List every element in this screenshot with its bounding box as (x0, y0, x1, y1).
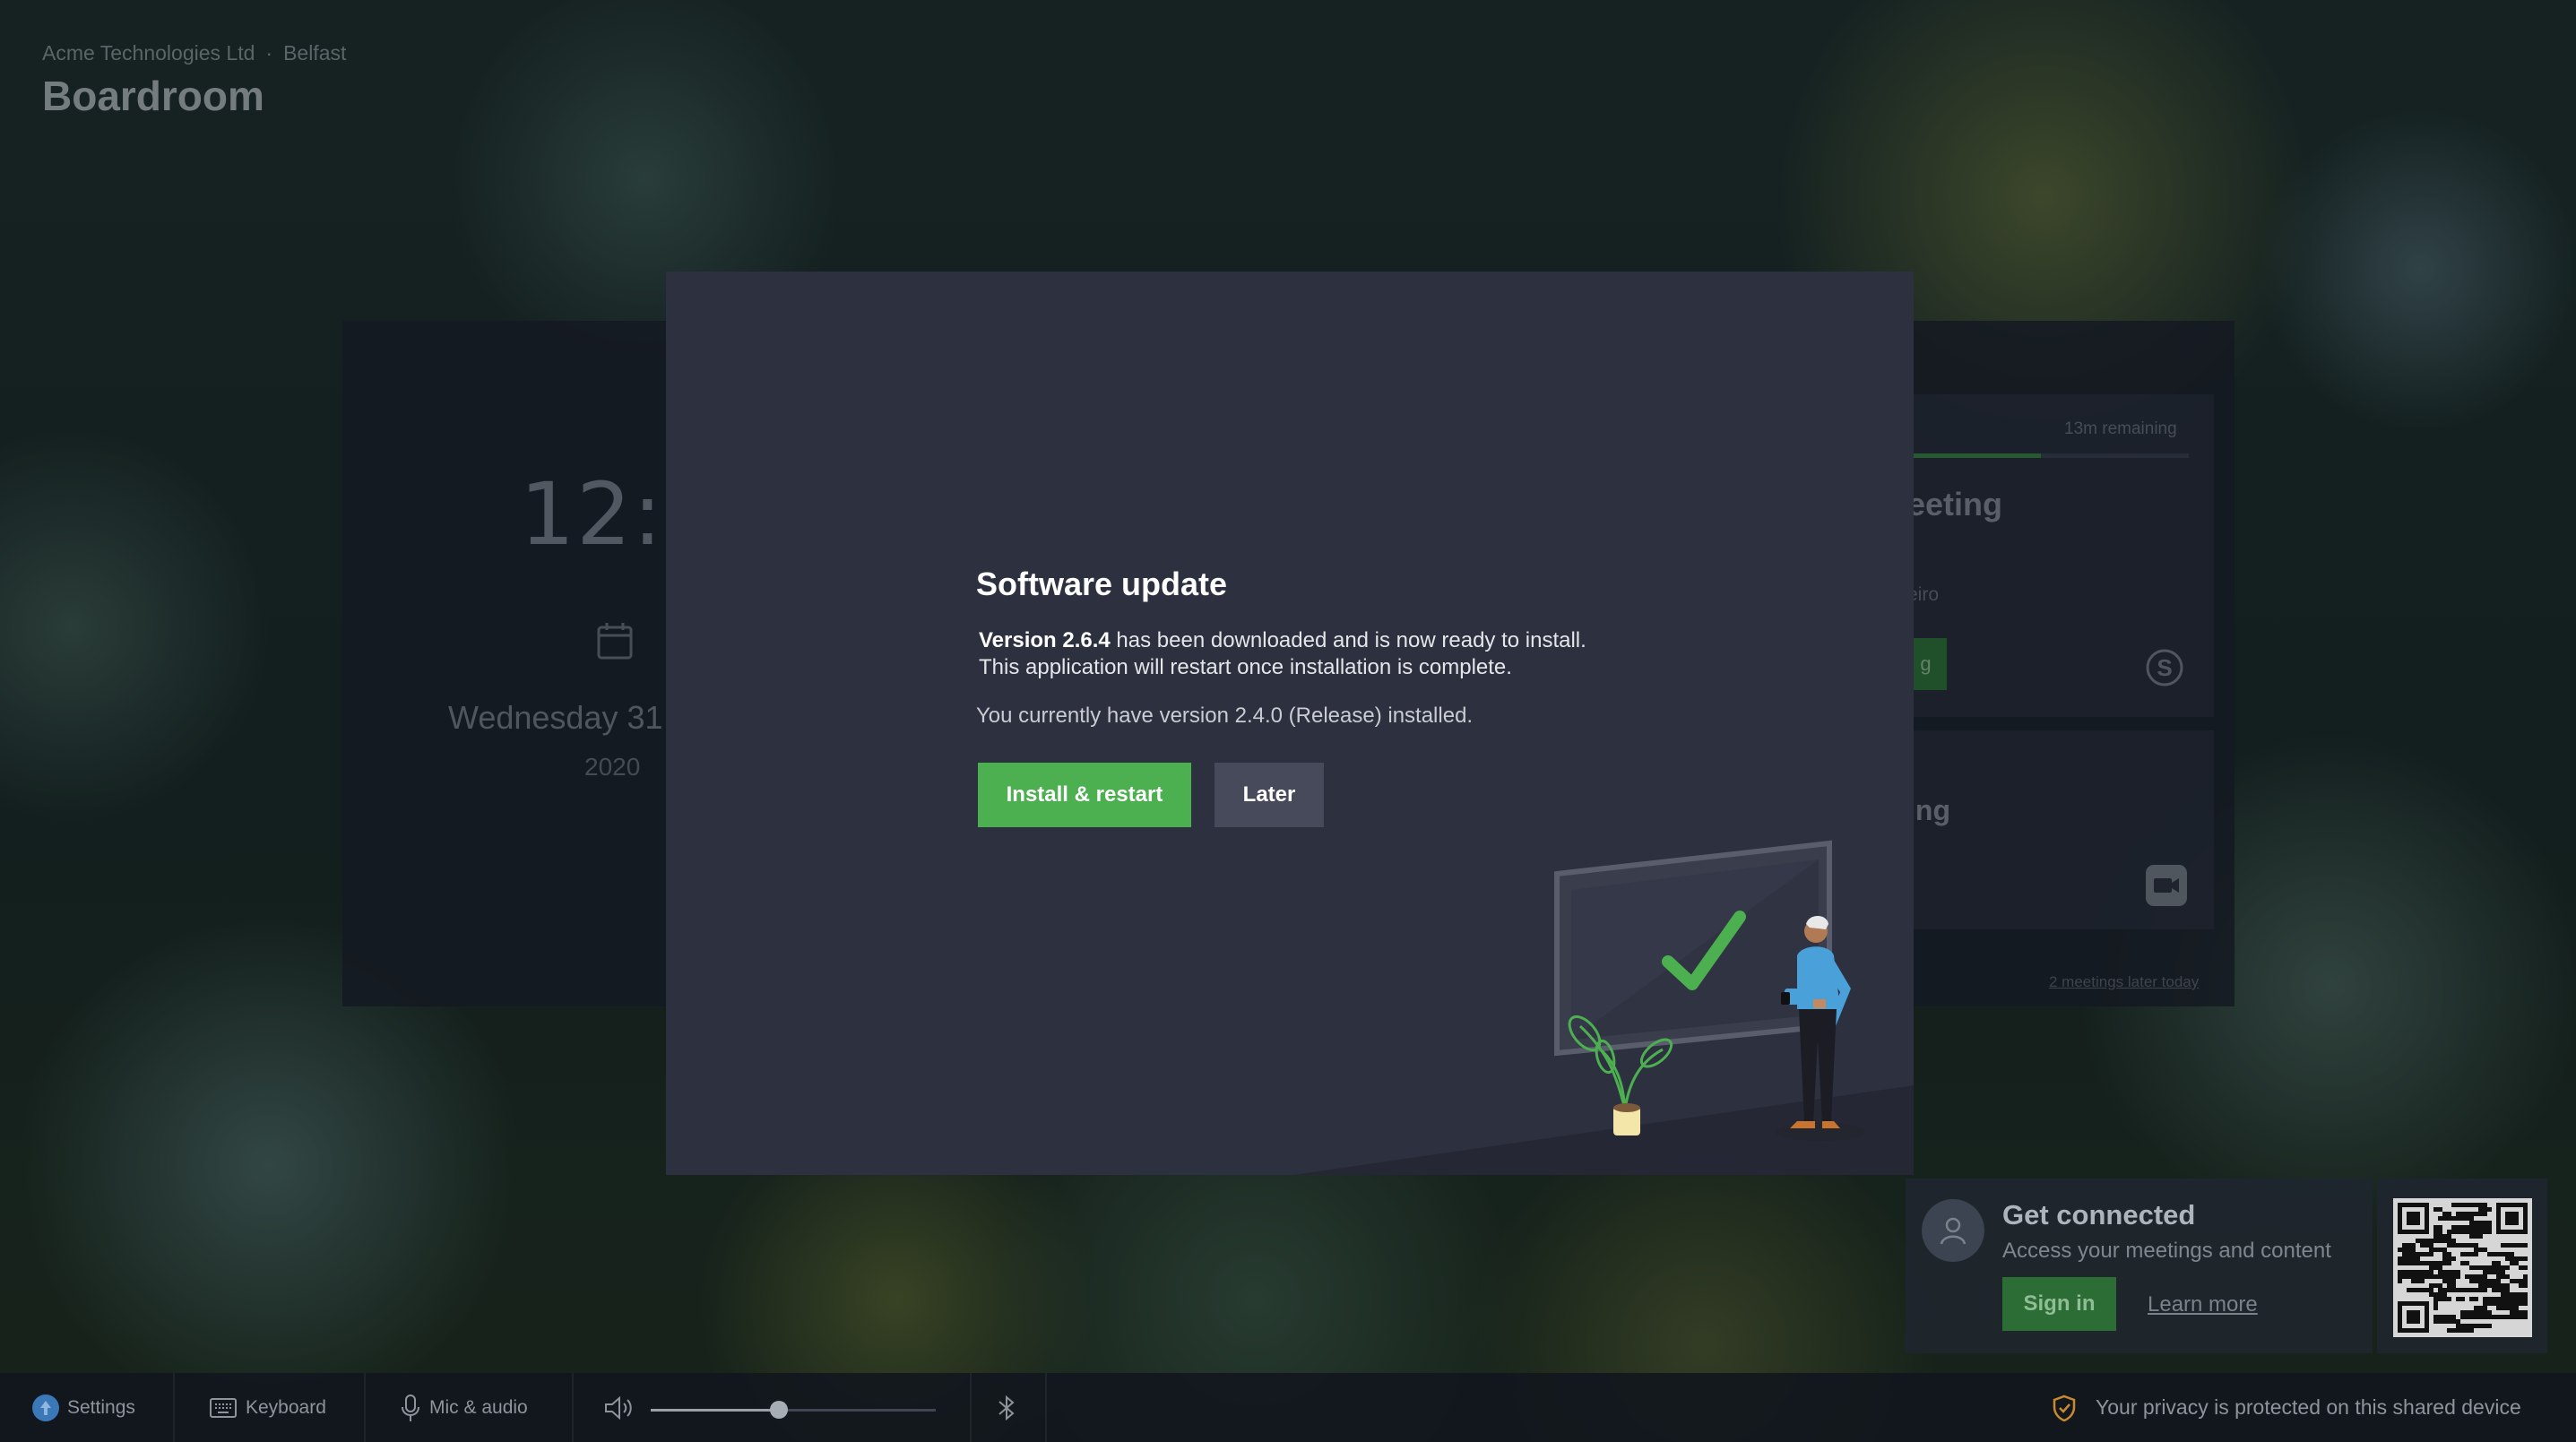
get-connected-subtitle: Access your meetings and content (2002, 1239, 2331, 1263)
taskbar-divider (1045, 1373, 1047, 1442)
privacy-notice: Your privacy is protected on this shared… (2053, 1373, 2521, 1442)
software-update-dialog: Software update Version 2.6.4 has been d… (666, 272, 1914, 1175)
keyboard-icon (210, 1397, 237, 1418)
mic-audio-label: Mic & audio (429, 1396, 528, 1418)
shield-icon (2053, 1395, 2076, 1421)
learn-more-link[interactable]: Learn more (2148, 1292, 2258, 1317)
privacy-text: Your privacy is protected on this shared… (2096, 1395, 2521, 1419)
taskbar-divider (572, 1373, 574, 1442)
settings-icon (32, 1394, 59, 1421)
qr-code (2393, 1198, 2532, 1337)
mic-icon (402, 1394, 419, 1421)
sign-in-button[interactable]: Sign in (2002, 1277, 2116, 1331)
volume-slider[interactable] (651, 1401, 936, 1419)
keyboard-button[interactable]: Keyboard (210, 1373, 326, 1442)
volume-fill (651, 1409, 780, 1412)
settings-label: Settings (67, 1396, 135, 1418)
keyboard-label: Keyboard (246, 1396, 326, 1418)
settings-button[interactable]: Settings (31, 1373, 135, 1442)
taskbar-divider (970, 1373, 972, 1442)
bluetooth-icon[interactable] (997, 1373, 1016, 1442)
taskbar-divider (364, 1373, 366, 1442)
speaker-icon[interactable] (604, 1373, 635, 1442)
get-connected-title: Get connected (2002, 1199, 2196, 1230)
volume-knob[interactable] (770, 1401, 789, 1419)
person-icon (1922, 1199, 1984, 1262)
taskbar-divider (173, 1373, 175, 1442)
mic-audio-button[interactable]: Mic & audio (401, 1373, 528, 1442)
update-illustration (1293, 840, 1914, 1175)
